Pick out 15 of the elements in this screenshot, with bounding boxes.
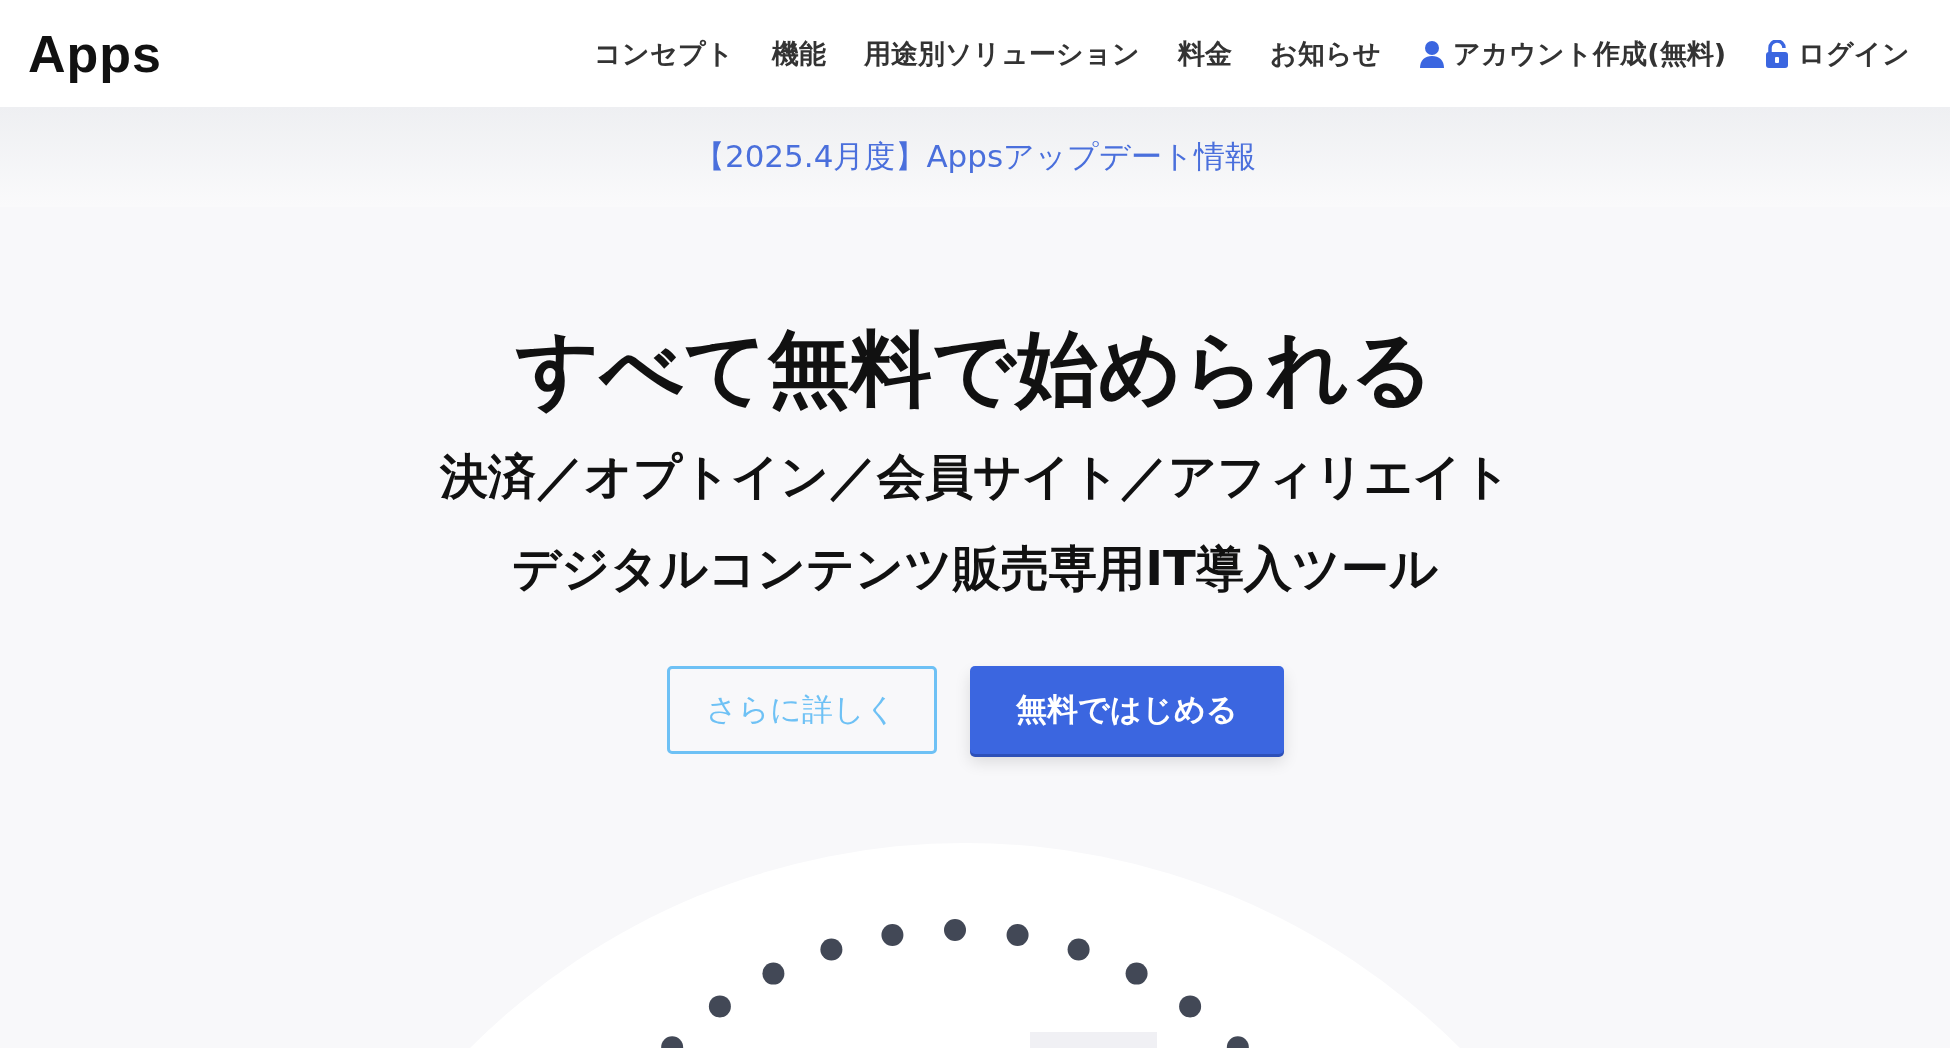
update-link[interactable]: 【2025.4月度】Appsアップデート情報 xyxy=(693,136,1257,178)
nav-link[interactable]: 料金 xyxy=(1178,35,1233,72)
nav-link[interactable]: 用途別ソリューション xyxy=(864,35,1141,72)
user-icon xyxy=(1419,39,1446,68)
nav-link[interactable]: ログイン xyxy=(1764,35,1910,72)
logo[interactable]: Apps xyxy=(28,23,162,84)
hero-subtitle: 決済／オプトイン／会員サイト／アフィリエイト xyxy=(439,447,1511,507)
nav-link[interactable]: 機能 xyxy=(772,35,827,72)
nav-link[interactable]: アカウント作成(無料) xyxy=(1419,35,1726,72)
hero-title: すべて無料で始められる xyxy=(516,324,1434,415)
nav-link[interactable]: お知らせ xyxy=(1270,35,1382,72)
hero-subtitle: デジタルコンテンツ販売専用IT導入ツール xyxy=(511,539,1439,599)
unlock-icon xyxy=(1764,39,1790,68)
nav-link[interactable]: コンセプト xyxy=(594,35,735,72)
start-free-button[interactable]: 無料ではじめる xyxy=(969,666,1284,755)
